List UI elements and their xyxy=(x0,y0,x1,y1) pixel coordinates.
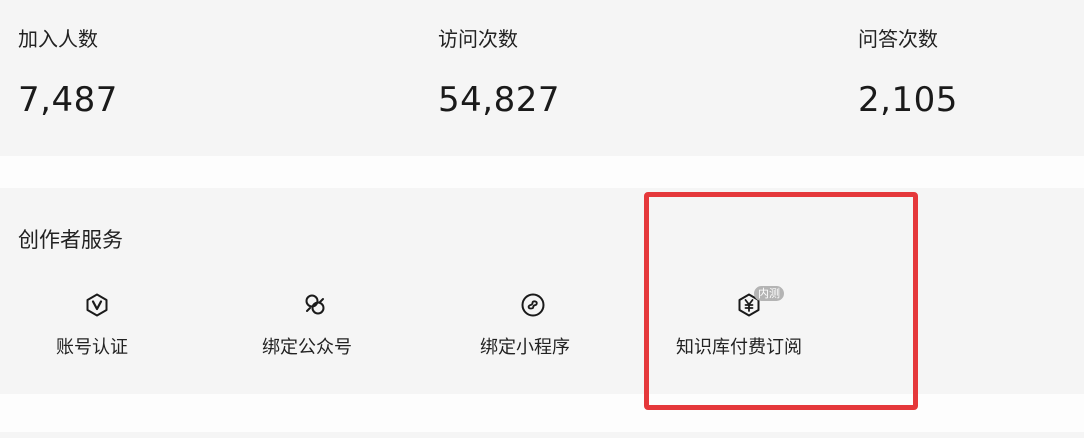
stat-label: 问答次数 xyxy=(858,27,938,51)
service-paid-subscription[interactable]: 内测 知识库付费订阅 xyxy=(676,286,826,368)
stats-card: 加入人数 7,487 访问次数 54,827 问答次数 2,105 xyxy=(0,0,1084,156)
section-gap xyxy=(0,156,1084,188)
stat-value: 7,487 xyxy=(18,80,118,120)
stat-value: 54,827 xyxy=(438,80,560,120)
section-title: 创作者服务 xyxy=(18,228,123,252)
service-label: 账号认证 xyxy=(56,337,128,358)
service-bind-official-account[interactable]: 绑定公众号 xyxy=(262,288,368,368)
service-label: 知识库付费订阅 xyxy=(676,337,802,358)
wechat-official-account-icon xyxy=(305,294,325,315)
stat-value: 2,105 xyxy=(858,80,958,120)
creator-services-card: 创作者服务 账号认证 绑定公众号 绑定小程序 内测 知识库付费订阅 xyxy=(0,188,1084,394)
mini-program-icon xyxy=(521,293,545,317)
service-label: 绑定公众号 xyxy=(262,337,352,358)
stat-label: 访问次数 xyxy=(438,27,518,51)
stat-label: 加入人数 xyxy=(18,27,98,51)
section-gap xyxy=(0,394,1084,432)
service-label: 绑定小程序 xyxy=(480,337,570,358)
next-card-edge xyxy=(0,432,1084,438)
service-account-verification[interactable]: 账号认证 xyxy=(56,288,140,368)
service-bind-mini-program[interactable]: 绑定小程序 xyxy=(480,288,586,368)
verified-v-icon xyxy=(86,293,108,317)
beta-badge: 内测 xyxy=(754,286,784,301)
